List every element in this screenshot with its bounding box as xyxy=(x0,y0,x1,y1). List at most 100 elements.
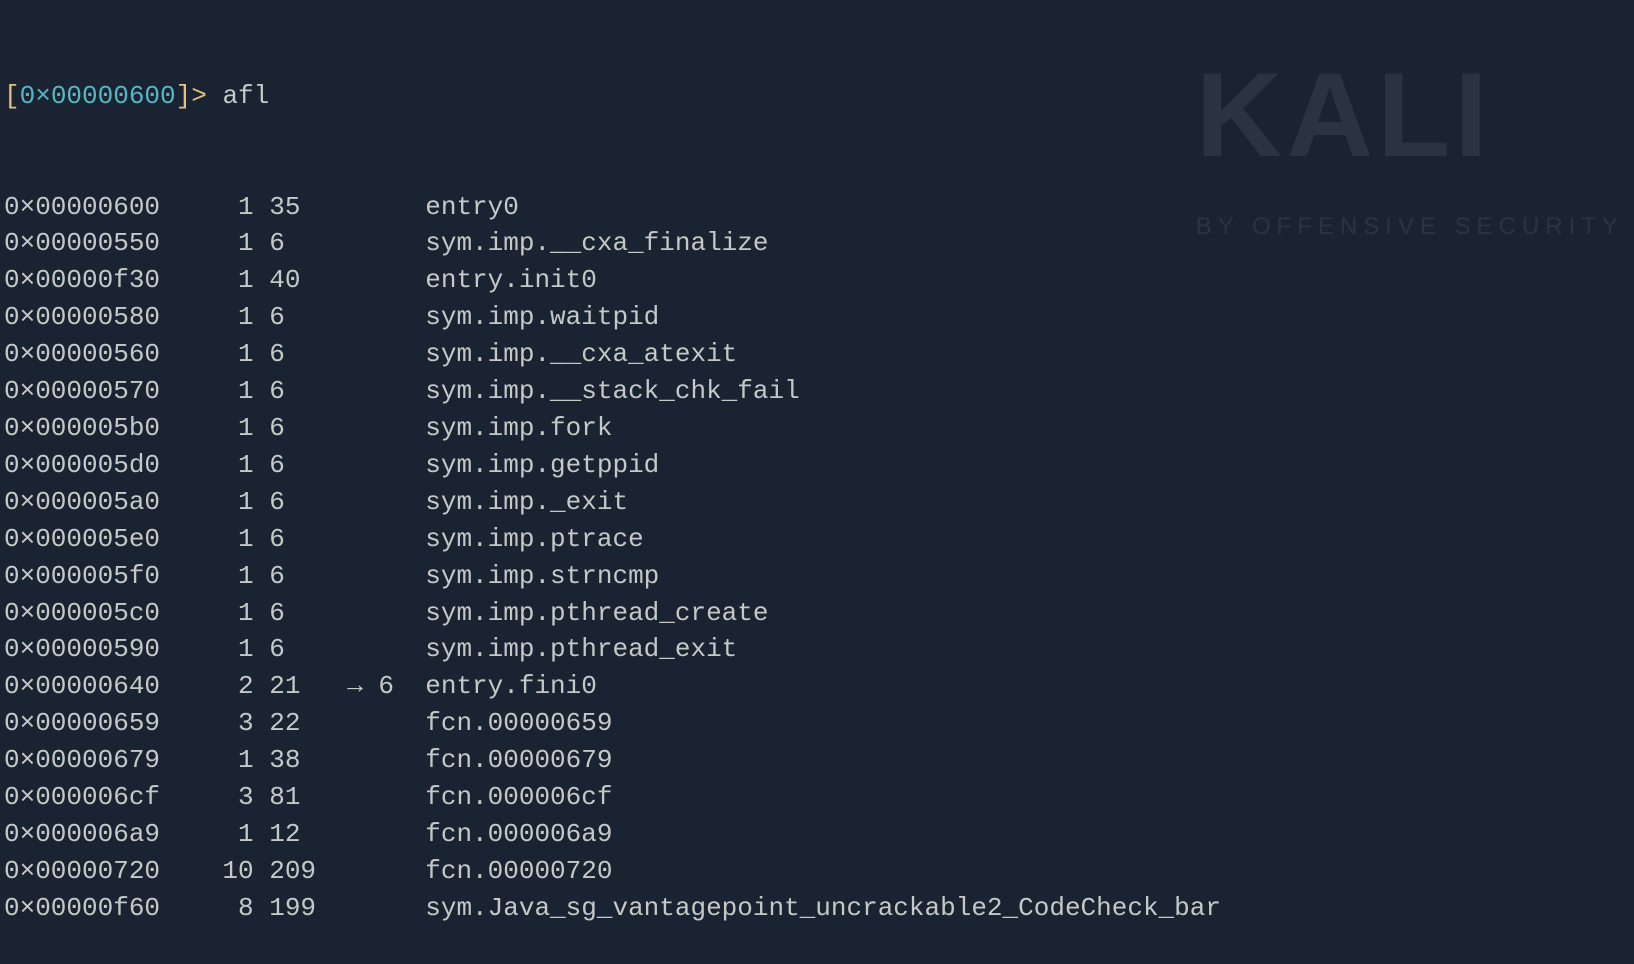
function-size: 6 xyxy=(269,521,331,558)
function-basicblocks: 1 xyxy=(176,816,254,853)
function-basicblocks: 1 xyxy=(176,262,254,299)
function-name: sym.imp.waitpid xyxy=(425,299,659,336)
function-size: 81 xyxy=(269,779,331,816)
function-name: sym.imp.__cxa_finalize xyxy=(425,225,768,262)
function-address: 0×00000720 xyxy=(4,853,176,890)
function-name: entry0 xyxy=(425,189,519,226)
function-basicblocks: 1 xyxy=(176,484,254,521)
function-row: 0×000005e016 sym.imp.ptrace xyxy=(4,521,1630,558)
function-address: 0×000005f0 xyxy=(4,558,176,595)
function-address: 0×00000f60 xyxy=(4,890,176,927)
function-basicblocks: 1 xyxy=(176,742,254,779)
function-row: 0×0000058016 sym.imp.waitpid xyxy=(4,299,1630,336)
function-name: fcn.00000659 xyxy=(425,705,612,742)
function-address: 0×000006a9 xyxy=(4,816,176,853)
function-name: entry.fini0 xyxy=(425,668,597,705)
function-basicblocks: 1 xyxy=(176,373,254,410)
function-size: 12 xyxy=(269,816,331,853)
function-name: sym.Java_sg_vantagepoint_uncrackable2_Co… xyxy=(425,890,1221,927)
function-name: entry.init0 xyxy=(425,262,597,299)
function-size: 6 xyxy=(269,484,331,521)
function-size: 6 xyxy=(269,595,331,632)
command-text: afl xyxy=(222,81,269,111)
function-size: 40 xyxy=(269,262,331,299)
function-size: 6 xyxy=(269,447,331,484)
function-row: 0×0000055016 sym.imp.__cxa_finalize xyxy=(4,225,1630,262)
prompt-open-bracket: [ xyxy=(4,81,20,111)
function-address: 0×00000659 xyxy=(4,705,176,742)
function-name: sym.imp.__stack_chk_fail xyxy=(425,373,799,410)
prompt-line: [0×00000600]> afl xyxy=(4,78,1630,115)
function-basicblocks: 3 xyxy=(176,705,254,742)
function-address: 0×00000679 xyxy=(4,742,176,779)
function-address: 0×00000590 xyxy=(4,631,176,668)
function-name: sym.imp.fork xyxy=(425,410,612,447)
function-name: fcn.00000720 xyxy=(425,853,612,890)
function-address: 0×000005d0 xyxy=(4,447,176,484)
function-name: sym.imp._exit xyxy=(425,484,628,521)
function-basicblocks: 1 xyxy=(176,299,254,336)
function-name: sym.imp.__cxa_atexit xyxy=(425,336,737,373)
function-address: 0×00000570 xyxy=(4,373,176,410)
function-size: 22 xyxy=(269,705,331,742)
function-size: 6 xyxy=(269,410,331,447)
terminal-output[interactable]: [0×00000600]> afl 0×00000600135entry00×0… xyxy=(4,4,1630,964)
function-size: 38 xyxy=(269,742,331,779)
function-basicblocks: 1 xyxy=(176,189,254,226)
prompt-close-bracket: ]> xyxy=(176,81,223,111)
function-name: fcn.00000679 xyxy=(425,742,612,779)
function-row: 0×00000f608 199 sym.Java_sg_vantagepoint_u… xyxy=(4,890,1630,927)
function-row: 0×00000640221 → 6entry.fini0 xyxy=(4,668,1630,705)
function-address: 0×00000600 xyxy=(4,189,176,226)
function-row: 0×000006593 22 fcn.00000659 xyxy=(4,705,1630,742)
function-address: 0×000005e0 xyxy=(4,521,176,558)
function-row: 0×0000056016 sym.imp.__cxa_atexit xyxy=(4,336,1630,373)
function-row: 0×00000f301 40 entry.init0 xyxy=(4,262,1630,299)
function-basicblocks: 10 xyxy=(176,853,254,890)
function-address: 0×00000f30 xyxy=(4,262,176,299)
function-name: sym.imp.ptrace xyxy=(425,521,643,558)
function-address: 0×000005b0 xyxy=(4,410,176,447)
function-row: 0×000005f016 sym.imp.strncmp xyxy=(4,558,1630,595)
function-address: 0×00000560 xyxy=(4,336,176,373)
function-basicblocks: 3 xyxy=(176,779,254,816)
function-row: 0×000006a91 12 fcn.000006a9 xyxy=(4,816,1630,853)
function-arrow: → 6 xyxy=(332,668,426,705)
function-name: sym.imp.strncmp xyxy=(425,558,659,595)
function-address: 0×000005c0 xyxy=(4,595,176,632)
function-size: 6 xyxy=(269,631,331,668)
function-row: 0×000006791 38 fcn.00000679 xyxy=(4,742,1630,779)
function-size: 199 xyxy=(269,890,331,927)
function-basicblocks: 1 xyxy=(176,631,254,668)
function-size: 6 xyxy=(269,373,331,410)
function-name: sym.imp.pthread_create xyxy=(425,595,768,632)
function-basicblocks: 1 xyxy=(176,595,254,632)
function-size: 209 xyxy=(269,853,331,890)
function-size: 6 xyxy=(269,558,331,595)
function-basicblocks: 1 xyxy=(176,225,254,262)
function-basicblocks: 1 xyxy=(176,336,254,373)
function-address: 0×00000640 xyxy=(4,668,176,705)
function-row: 0×000005b016 sym.imp.fork xyxy=(4,410,1630,447)
function-address: 0×00000550 xyxy=(4,225,176,262)
function-size: 6 xyxy=(269,225,331,262)
function-basicblocks: 2 xyxy=(176,668,254,705)
function-name: fcn.000006a9 xyxy=(425,816,612,853)
function-row: 0×000005a016sym.imp._exit xyxy=(4,484,1630,521)
function-row: 0×000005c016 sym.imp.pthread_create xyxy=(4,595,1630,632)
function-row: 0×0000072010 209 fcn.00000720 xyxy=(4,853,1630,890)
function-row: 0×0000059016sym.imp.pthread_exit xyxy=(4,631,1630,668)
function-size: 35 xyxy=(269,189,331,226)
function-size: 6 xyxy=(269,336,331,373)
function-basicblocks: 1 xyxy=(176,558,254,595)
function-basicblocks: 1 xyxy=(176,521,254,558)
function-basicblocks: 1 xyxy=(176,410,254,447)
function-basicblocks: 8 xyxy=(176,890,254,927)
function-size: 6 xyxy=(269,299,331,336)
function-address: 0×000006cf xyxy=(4,779,176,816)
function-name: fcn.000006cf xyxy=(425,779,612,816)
function-address: 0×00000580 xyxy=(4,299,176,336)
function-row: 0×000006001 35 entry0 xyxy=(4,189,1630,226)
function-row: 0×0000057016 sym.imp.__stack_chk_fail xyxy=(4,373,1630,410)
function-basicblocks: 1 xyxy=(176,447,254,484)
